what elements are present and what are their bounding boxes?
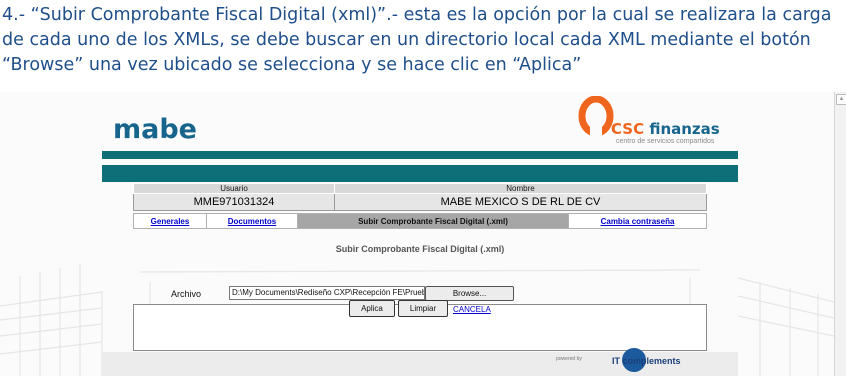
limpiar-button[interactable]: Limpiar — [398, 300, 448, 317]
usuario-header: Usuario — [133, 183, 335, 194]
tab-subir-cfd[interactable]: Subir Comprobante Fiscal Digital (.xml) — [297, 213, 569, 229]
archivo-label: Archivo — [171, 289, 202, 299]
cancela-link[interactable]: CANCELA — [453, 305, 491, 314]
tab-documentos[interactable]: Documentos — [206, 213, 298, 229]
csc-finanzas-logo: CSC finanzas centro de servicios compart… — [574, 94, 744, 150]
powered-by-text: powered by — [556, 356, 582, 362]
scroll-up-arrow-icon[interactable]: ▲ — [836, 94, 846, 105]
mabe-logo: mabe — [113, 114, 197, 145]
nombre-value: MABE MEXICO S DE RL DE CV — [334, 193, 707, 211]
form-title: Subir Comprobante Fiscal Digital (.xml) — [335, 244, 505, 254]
browser-content: mabe CSC finanzas centro de servicios co… — [0, 92, 846, 376]
browse-button[interactable]: Browse... — [425, 286, 514, 301]
itc-logo: IT complements — [612, 348, 681, 372]
nav-tabs: Generales Documentos Subir Comprobante F… — [133, 213, 707, 229]
itc-logo-text: IT complements — [612, 356, 681, 366]
user-info-table: Usuario Nombre MME971031324 MABE MEXICO … — [133, 183, 707, 211]
scrollbar[interactable]: ▲ — [834, 92, 846, 376]
finanzas-text: finanzas — [644, 120, 720, 138]
csc-subtitle: centro de servicios compartidos — [616, 138, 715, 145]
header-band — [102, 165, 738, 182]
usuario-value: MME971031324 — [133, 193, 335, 211]
tab-cambia-contrasena[interactable]: Cambia contraseña — [568, 213, 707, 229]
main-panel: Usuario Nombre MME971031324 MABE MEXICO … — [133, 183, 707, 351]
nombre-header: Nombre — [334, 183, 707, 194]
header-band-thin — [102, 151, 738, 159]
tab-generales[interactable]: Generales — [133, 213, 207, 229]
file-path-input[interactable]: D:\My Documents\Rediseño CXP\Recepción F… — [229, 286, 425, 300]
csc-orbit-icon — [578, 96, 614, 136]
aplica-button[interactable]: Aplica — [349, 300, 395, 317]
instruction-text: 4.- “Subir Comprobante Fiscal Digital (x… — [2, 5, 832, 75]
csc-text: CSC — [611, 120, 645, 138]
